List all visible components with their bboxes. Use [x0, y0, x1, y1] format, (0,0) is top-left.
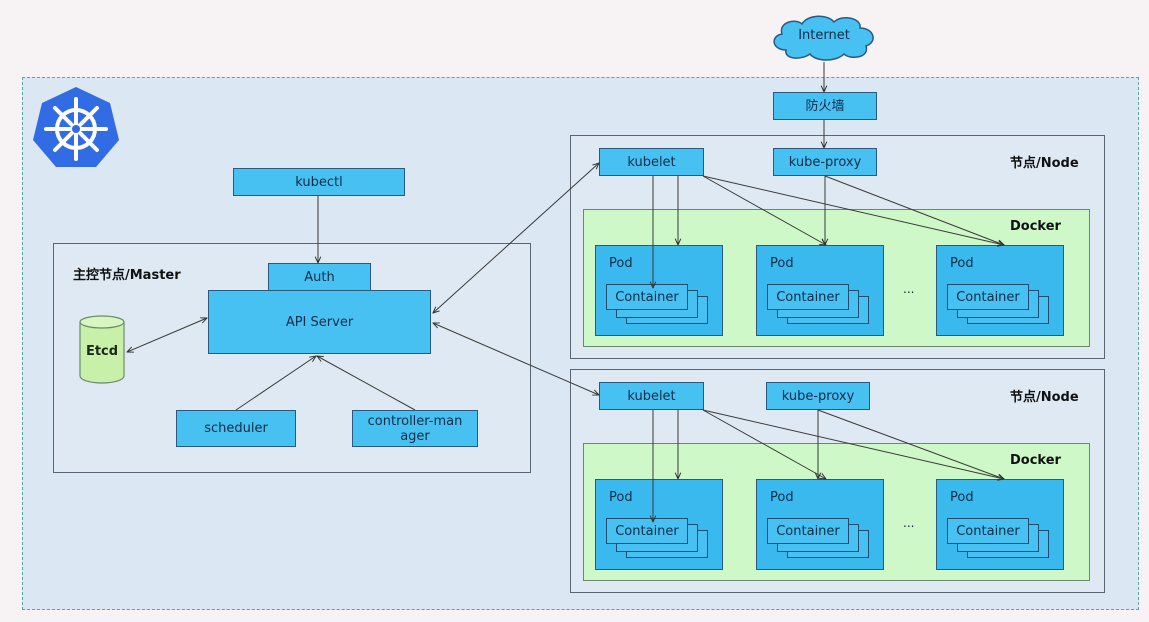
- firewall-box: 防火墙: [773, 92, 877, 120]
- container-label: Container: [776, 289, 840, 305]
- auth-label: Auth: [304, 269, 335, 285]
- kube-proxy-box: kube-proxy: [773, 148, 877, 176]
- controller-manager-box: controller-manager: [352, 410, 478, 447]
- pod-label: Pod: [950, 256, 974, 271]
- pod-box: Pod Container: [936, 479, 1064, 570]
- container-box: Container: [767, 518, 849, 544]
- pod-box: Pod Container: [595, 245, 723, 336]
- kubernetes-logo-icon: [30, 85, 122, 169]
- container-box: Container: [947, 284, 1029, 310]
- pod-box: Pod Container: [756, 479, 884, 570]
- pod-box: Pod Container: [756, 245, 884, 336]
- pod-label: Pod: [770, 256, 794, 271]
- more-pods-ellipsis: ...: [903, 282, 915, 296]
- internet-label: Internet: [798, 28, 850, 43]
- container-box: Container: [606, 518, 688, 544]
- scheduler-box: scheduler: [176, 410, 296, 447]
- node-title: 节点/Node: [1010, 390, 1079, 405]
- kube-proxy-label: kube-proxy: [781, 388, 855, 404]
- pod-box: Pod Container: [595, 479, 723, 570]
- controller-manager-label: controller-manager: [367, 413, 463, 444]
- container-label: Container: [956, 289, 1020, 305]
- kubelet-label: kubelet: [627, 154, 676, 170]
- container-label: Container: [956, 523, 1020, 539]
- auth-box: Auth: [268, 263, 371, 291]
- kubelet-box: kubelet: [599, 148, 704, 176]
- pod-label: Pod: [950, 490, 974, 505]
- internet-cloud: Internet: [766, 12, 882, 62]
- docker-label: Docker: [1010, 453, 1061, 468]
- container-box: Container: [606, 284, 688, 310]
- api-server-box: API Server: [208, 290, 431, 354]
- master-title: 主控节点/Master: [73, 268, 181, 283]
- container-label: Container: [615, 523, 679, 539]
- more-pods-ellipsis: ...: [903, 516, 915, 530]
- kubelet-label: kubelet: [627, 388, 676, 404]
- pod-label: Pod: [609, 256, 633, 271]
- docker-label: Docker: [1010, 219, 1061, 234]
- pod-label: Pod: [770, 490, 794, 505]
- firewall-label: 防火墙: [805, 98, 845, 114]
- kube-proxy-box: kube-proxy: [766, 382, 870, 410]
- etcd-label: Etcd: [85, 344, 119, 359]
- container-label: Container: [776, 523, 840, 539]
- container-box: Container: [947, 518, 1029, 544]
- node-title: 节点/Node: [1010, 156, 1079, 171]
- scheduler-label: scheduler: [204, 421, 268, 436]
- kubectl-box: kubectl: [233, 168, 405, 196]
- kube-proxy-label: kube-proxy: [788, 154, 862, 170]
- kubectl-label: kubectl: [295, 174, 343, 190]
- kubelet-box: kubelet: [599, 382, 704, 410]
- pod-box: Pod Container: [936, 245, 1064, 336]
- container-box: Container: [767, 284, 849, 310]
- container-label: Container: [615, 289, 679, 305]
- api-server-label: API Server: [285, 314, 354, 330]
- etcd-database-icon: Etcd: [78, 314, 126, 386]
- pod-label: Pod: [609, 490, 633, 505]
